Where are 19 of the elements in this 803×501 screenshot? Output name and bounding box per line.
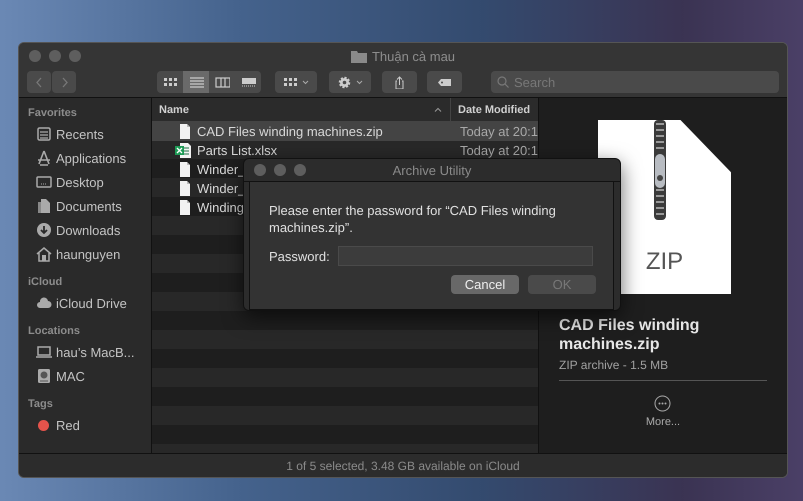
sidebar-section-title: Favorites	[28, 107, 78, 119]
file-name: Parts List.xlsx	[197, 143, 278, 158]
window-title: Thuận cà mau	[372, 48, 456, 64]
date-modified: Today at 20:1	[458, 124, 538, 139]
status-bar: 1 of 5 selected, 3.48 GB available on iCloud	[19, 453, 787, 477]
sidebar-section-title: iCloud	[28, 276, 64, 288]
preview-file-info: ZIP archive - 1.5 MB	[559, 358, 670, 372]
file-name: Winding	[197, 200, 244, 215]
sidebar-section-title: Locations	[28, 325, 81, 337]
preview-file-name: CAD Files winding machines.zip	[559, 316, 700, 354]
dialog-message: Please enter the password for “CAD Files winding machines.zip”.	[269, 202, 557, 236]
file-name: CAD Files winding machines.zip	[197, 124, 383, 139]
sidebar-section-title: Tags	[28, 398, 54, 410]
file-name: Winder_	[197, 162, 246, 177]
date-modified: Today at 20:1	[458, 143, 538, 158]
file-name: Winder_	[197, 181, 246, 196]
password-label: Password:	[269, 248, 330, 264]
dialog-title: Archive Utility	[392, 162, 472, 178]
file-type-label: ZIP	[646, 248, 684, 276]
